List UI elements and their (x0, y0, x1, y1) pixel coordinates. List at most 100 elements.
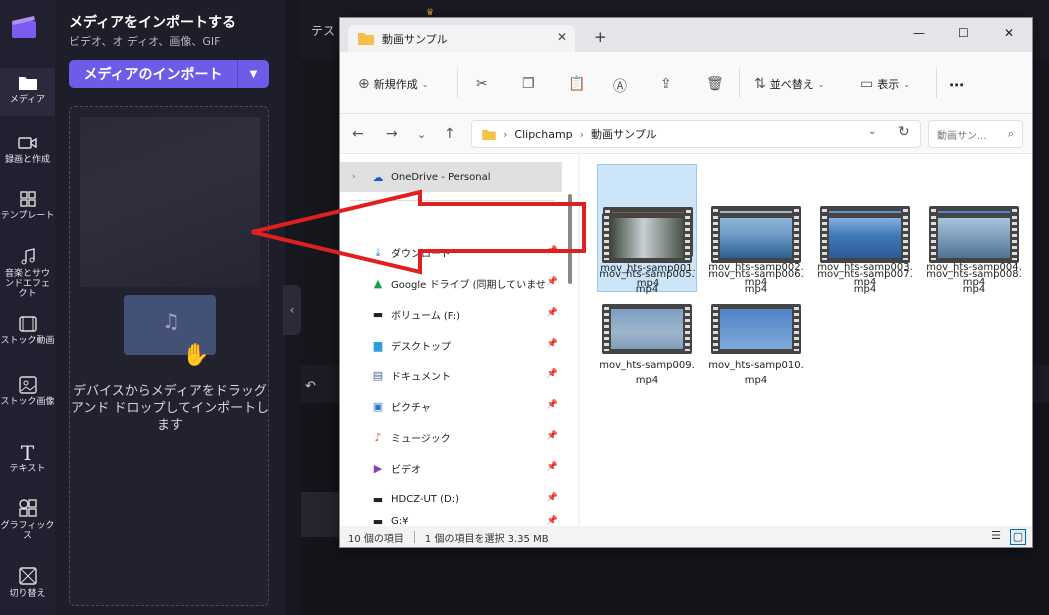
folder-icon (482, 129, 496, 140)
file-item[interactable]: mov_hts-samp010.mp4 (706, 304, 806, 390)
recent-chevron-icon[interactable]: ⌄ (417, 128, 426, 141)
refresh-icon[interactable]: ↻ (898, 124, 910, 140)
file-item[interactable]: mov_hts-samp008.mp4 (924, 213, 1024, 299)
search-box[interactable]: 動画サン... ⌕ (928, 120, 1023, 148)
address-dropdown-icon[interactable]: ⌄ (868, 126, 876, 137)
delete-button[interactable]: 🗑 (706, 76, 724, 92)
file-item[interactable]: mov_hts-samp005.mp4 (597, 213, 697, 299)
status-bar: 10 個の項目 1 個の項目を選択 3.35 MB ☰ ▢ (340, 526, 1032, 547)
folder-icon (18, 77, 37, 90)
new-tab-button[interactable]: + (594, 28, 607, 46)
rail-item-label: 録画と作成 (4, 155, 50, 165)
film-perforation (1012, 216, 1017, 260)
close-window-button[interactable]: ✕ (1004, 26, 1014, 40)
timeline-track (301, 492, 341, 537)
nav-item-google-drive[interactable]: ▲ Google ドライブ (同期していませ 📌 (340, 268, 562, 298)
nav-item-documents[interactable]: ▤ ドキュメント 📌 (340, 360, 562, 390)
rail-item-text[interactable]: T テキスト (0, 442, 55, 474)
project-title[interactable]: テス (311, 22, 335, 39)
explorer-tab[interactable]: 動画サンプル ✕ (348, 25, 575, 52)
rename-button[interactable]: Ⓐ (613, 76, 627, 96)
file-item[interactable]: mov_hts-samp009.mp4 (597, 304, 697, 390)
rail-item-transitions[interactable]: 切り替え (0, 566, 55, 599)
panel-subtitle: ビデオ、オ ディオ、画像、GIF (69, 35, 221, 48)
view-button[interactable]: ▭ 表示 ⌄ (860, 76, 910, 92)
breadcrumb-chevron-icon: › (579, 127, 585, 141)
pin-icon[interactable]: 📌 (547, 339, 558, 349)
video-thumbnail (602, 304, 692, 354)
copy-button[interactable]: ❐ (522, 76, 535, 92)
pin-icon[interactable]: 📌 (547, 369, 558, 379)
cut-button[interactable]: ✂ (476, 76, 488, 92)
rename-icon: Ⓐ (613, 79, 627, 95)
pin-icon[interactable]: 📌 (547, 246, 558, 256)
file-item[interactable]: mov_hts-samp006.mp4 (706, 213, 806, 299)
address-bar[interactable]: › Clipchamp › 動画サンプル (471, 120, 921, 148)
nav-item-onedrive[interactable]: › ☁ OneDrive - Personal (340, 162, 562, 192)
maximize-button[interactable]: ☐ (958, 26, 969, 40)
rail-item-stock-image[interactable]: ストック画像 (0, 376, 55, 407)
pin-icon[interactable]: 📌 (547, 400, 558, 410)
pin-icon[interactable]: 📌 (547, 493, 558, 503)
toolbar-divider (457, 68, 458, 98)
chevron-down-icon: ⌄ (817, 79, 825, 89)
file-name: mov_hts-samp010.mp4 (708, 360, 804, 386)
share-button[interactable]: ⇪ (660, 76, 672, 92)
breadcrumb-item[interactable]: 動画サンプル (591, 126, 657, 142)
film-perforation (903, 216, 908, 260)
up-icon[interactable]: ↑ (444, 126, 456, 142)
nav-item-downloads[interactable]: ⤓ ダウンロード 📌 (340, 237, 562, 267)
rail-item-stock-video[interactable]: ストック動画 (0, 315, 55, 346)
nav-item-hdcz[interactable]: ▬ HDCZ-UT (D:) 📌 (340, 484, 562, 514)
large-icons-view-icon[interactable]: ▢ (1010, 529, 1026, 545)
paste-button[interactable]: 📋 (568, 76, 585, 92)
media-panel: メディアをインポートする ビデオ、オ ディオ、画像、GIF メディアのインポート… (55, 0, 285, 615)
forward-icon[interactable]: → (386, 126, 398, 142)
desktop-icon: ▆ (373, 339, 383, 352)
file-item[interactable]: mov_hts-samp007.mp4 (815, 213, 915, 299)
more-options-icon[interactable]: ⋯ (949, 76, 964, 94)
rail-item-graphics[interactable]: グラフィックス (0, 498, 55, 541)
nav-scrollbar[interactable] (568, 194, 572, 284)
nav-item-volume-f[interactable]: ▬ ボリューム (F:) 📌 (340, 299, 562, 329)
rail-item-label: 切り替え (9, 589, 46, 599)
collapse-panel-button[interactable]: ‹ (283, 285, 301, 335)
chevron-down-icon[interactable]: ▼ (238, 69, 269, 80)
rail-item-record[interactable]: 録画と作成 (0, 134, 55, 165)
undo-icon[interactable]: ↶ (305, 379, 316, 394)
nav-item-pictures[interactable]: ▣ ピクチャ 📌 (340, 391, 562, 421)
clipchamp-logo-icon[interactable] (9, 12, 39, 42)
sort-button[interactable]: ⇅ 並べ替え ⌄ (754, 76, 824, 92)
sort-icon: ⇅ (754, 76, 766, 92)
film-perforation (713, 216, 718, 260)
pin-icon[interactable]: 📌 (547, 462, 558, 472)
media-dropzone[interactable]: ♫ ✋ デバイスからメディアをドラッグ アンド ドロップしてインポートします (69, 106, 269, 606)
details-view-icon[interactable]: ☰ (988, 529, 1004, 545)
nav-item-desktop[interactable]: ▆ デスクトップ 📌 (340, 330, 562, 360)
cloud-icon: ☁ (372, 171, 384, 184)
close-icon[interactable]: ✕ (557, 30, 567, 44)
pin-icon[interactable]: 📌 (547, 308, 558, 318)
breadcrumb-chevron-icon: › (503, 127, 508, 141)
import-media-button[interactable]: メディアのインポート ▼ (69, 60, 269, 88)
import-media-label: メディアのインポート (83, 67, 223, 83)
nav-item-videos[interactable]: ▶ ビデオ 📌 (340, 453, 562, 483)
rail-item-templates[interactable]: テンプレート (0, 190, 55, 221)
breadcrumb-item[interactable]: Clipchamp (514, 128, 572, 141)
nav-item-music[interactable]: ♪ ミュージック 📌 (340, 422, 562, 452)
camera-icon (17, 137, 37, 149)
status-divider (413, 531, 415, 543)
video-icon: ▶ (373, 462, 383, 475)
minimize-button[interactable]: — (913, 26, 925, 40)
new-button[interactable]: ⊕ 新規作成 ⌄ (358, 76, 428, 92)
scissors-icon: ✂ (476, 76, 488, 92)
document-icon: ▤ (372, 369, 384, 382)
rail-item-music[interactable]: 音楽とサウンドエフェクト (0, 248, 55, 299)
back-icon[interactable]: ← (352, 126, 364, 142)
pin-icon[interactable]: 📌 (547, 277, 558, 287)
rail-item-media[interactable]: メディア (0, 68, 55, 116)
file-name: mov_hts-samp007.mp4 (817, 269, 913, 295)
pin-icon[interactable]: 📌 (547, 431, 558, 441)
thumbnail-image (720, 309, 792, 349)
pin-icon[interactable]: 📌 (547, 516, 558, 526)
